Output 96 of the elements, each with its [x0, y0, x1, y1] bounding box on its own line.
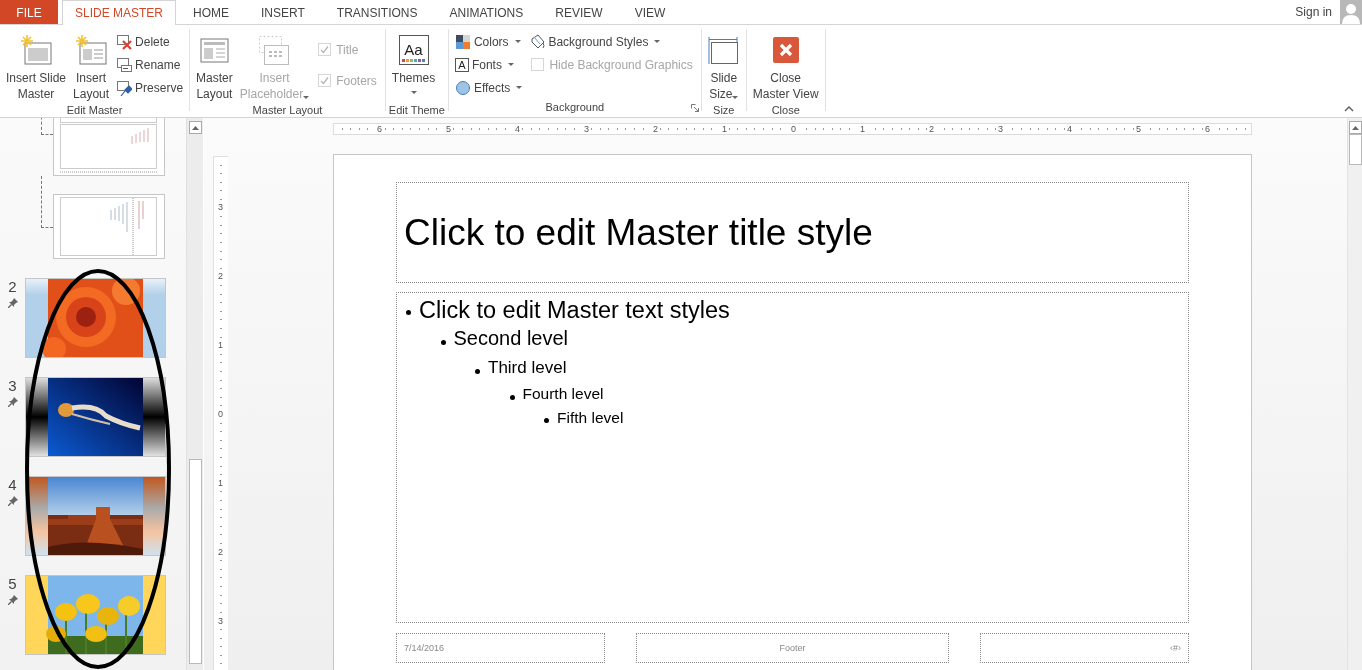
ribbon-button[interactable]: Delete	[113, 30, 187, 53]
collapse-ribbon-icon[interactable]	[1344, 106, 1354, 112]
ruler-number: 3	[996, 124, 1005, 134]
pin-icon	[116, 79, 133, 96]
slide-number: 4	[8, 476, 17, 493]
scroll-up-button[interactable]	[188, 121, 202, 134]
ruler-number: 2	[927, 124, 936, 134]
ribbon-button[interactable]: Slide Size	[704, 30, 743, 103]
ribbon-button[interactable]: A Fonts	[451, 53, 526, 76]
ruler-number: 3	[216, 615, 225, 626]
group-label: Edit Master	[66, 103, 123, 117]
scrollbar-thumb[interactable]	[188, 459, 202, 664]
title-text: Click to edit Master title style	[404, 211, 873, 254]
ribbon-button[interactable]: Preserve	[113, 76, 187, 99]
themes-icon: Aa	[398, 35, 429, 65]
ribbon-tab[interactable]: VIEW	[619, 0, 681, 24]
group-label: Background	[545, 99, 605, 115]
ribbon-button[interactable]: Effects	[451, 76, 526, 99]
ruler-number: 6	[375, 124, 384, 134]
checkbox-label: Footers	[336, 73, 377, 88]
up-arrow-icon	[191, 125, 199, 130]
ribbon-tab[interactable]: FILE	[0, 0, 58, 24]
ruler-number: 1	[216, 339, 225, 350]
group-label: Size	[713, 103, 735, 117]
delete-icon	[116, 33, 133, 50]
checkbox-label: Title	[336, 42, 359, 57]
bullet-icon	[475, 369, 480, 374]
ruler-number: 6	[1203, 124, 1212, 134]
slide-number: 3	[8, 377, 17, 394]
ribbon-tab[interactable]: SLIDE MASTER	[62, 0, 177, 25]
group-label: Edit Theme	[388, 103, 445, 117]
ribbon-tab[interactable]: INSERT	[246, 0, 320, 24]
paint-bucket-icon	[529, 33, 546, 50]
ruler-number: 1	[720, 124, 729, 134]
color-grid-icon	[454, 33, 471, 50]
up-arrow-icon	[1351, 125, 1359, 130]
slide-sparkle-icon	[20, 34, 52, 66]
body-text: Third level	[488, 358, 567, 378]
body-text: Second level	[453, 327, 569, 350]
ruler-number: 4	[1065, 124, 1074, 134]
circle-icon	[454, 79, 471, 96]
ribbon-tab[interactable]: ANIMATIONS	[434, 0, 539, 24]
slide-number-placeholder[interactable]: ‹#›	[980, 633, 1189, 663]
body-text: Fifth level	[557, 409, 624, 427]
ruler-number: 5	[444, 124, 453, 134]
ruler-number: 0	[216, 408, 225, 419]
footer-placeholder[interactable]: Footer	[636, 633, 949, 663]
ribbon-button[interactable]: Close Master View	[749, 30, 822, 103]
slide-number: 2	[8, 278, 17, 295]
footer-text: Footer	[779, 643, 806, 653]
bullet-icon	[544, 418, 549, 423]
rename-icon	[116, 56, 133, 73]
ribbon-button[interactable]: Master Layout	[193, 30, 236, 103]
ribbon-button[interactable]: Aa Themes	[388, 30, 439, 103]
scroll-up-button[interactable]	[1348, 121, 1362, 134]
ruler-number: 0	[789, 124, 798, 134]
font-icon: A	[454, 57, 469, 72]
date-placeholder[interactable]: 7/14/2016	[396, 633, 605, 663]
ribbon-button[interactable]: Colors	[451, 30, 526, 53]
ribbon-button[interactable]: Rename	[113, 53, 187, 76]
date-text: 7/14/2016	[404, 643, 445, 653]
slide-size-icon	[707, 34, 740, 66]
ruler-number: 1	[858, 124, 867, 134]
layout-sparkle-icon	[75, 34, 108, 66]
group-label: Master Layout	[252, 103, 323, 117]
ruler-number: 2	[216, 546, 225, 557]
sign-in-link[interactable]: Sign in	[1295, 5, 1332, 19]
body-text: Fourth level	[522, 385, 604, 403]
bullet-icon	[406, 309, 411, 315]
ribbon-button[interactable]: Background Styles	[526, 30, 698, 53]
group-label: Close	[771, 103, 800, 117]
ribbon-tab[interactable]: TRANSITIONS	[321, 0, 433, 24]
checkbox-label: Hide Background Graphics	[549, 57, 693, 72]
layout-thumbnail-drawing[interactable]	[53, 118, 165, 176]
scrollbar-thumb[interactable]	[1348, 134, 1362, 165]
bullet-icon	[440, 340, 446, 345]
ribbon-button[interactable]: Insert Layout	[70, 30, 113, 103]
ribbon-tab[interactable]: REVIEW	[540, 0, 618, 24]
bullet-icon	[509, 394, 515, 400]
ruler-number: 1	[216, 477, 225, 488]
slide-number: 5	[8, 575, 17, 592]
body-text: Click to edit Master text styles	[419, 297, 730, 324]
ruler-number: 2	[216, 270, 225, 281]
title-placeholder[interactable]: Click to edit Master title style	[396, 182, 1189, 283]
ruler-number: 5	[1134, 124, 1143, 134]
layout-thumbnail-drawing[interactable]	[53, 194, 165, 259]
ruler-number: 4	[513, 124, 522, 134]
text-placeholder[interactable]: Click to edit Master text styles Second level Third level Fourth level Fifth level	[396, 292, 1189, 623]
ruler-number: 3	[582, 124, 591, 134]
ribbon-button[interactable]: Insert Slide Master	[3, 30, 70, 103]
ruler-number: 3	[216, 201, 225, 212]
placeholder-icon	[258, 34, 291, 66]
ribbon-tab[interactable]: HOME	[178, 0, 245, 24]
dialog-launcher-icon[interactable]	[690, 104, 699, 112]
slide-number-text: ‹#›	[1170, 643, 1181, 653]
ruler-number: 2	[651, 124, 660, 134]
